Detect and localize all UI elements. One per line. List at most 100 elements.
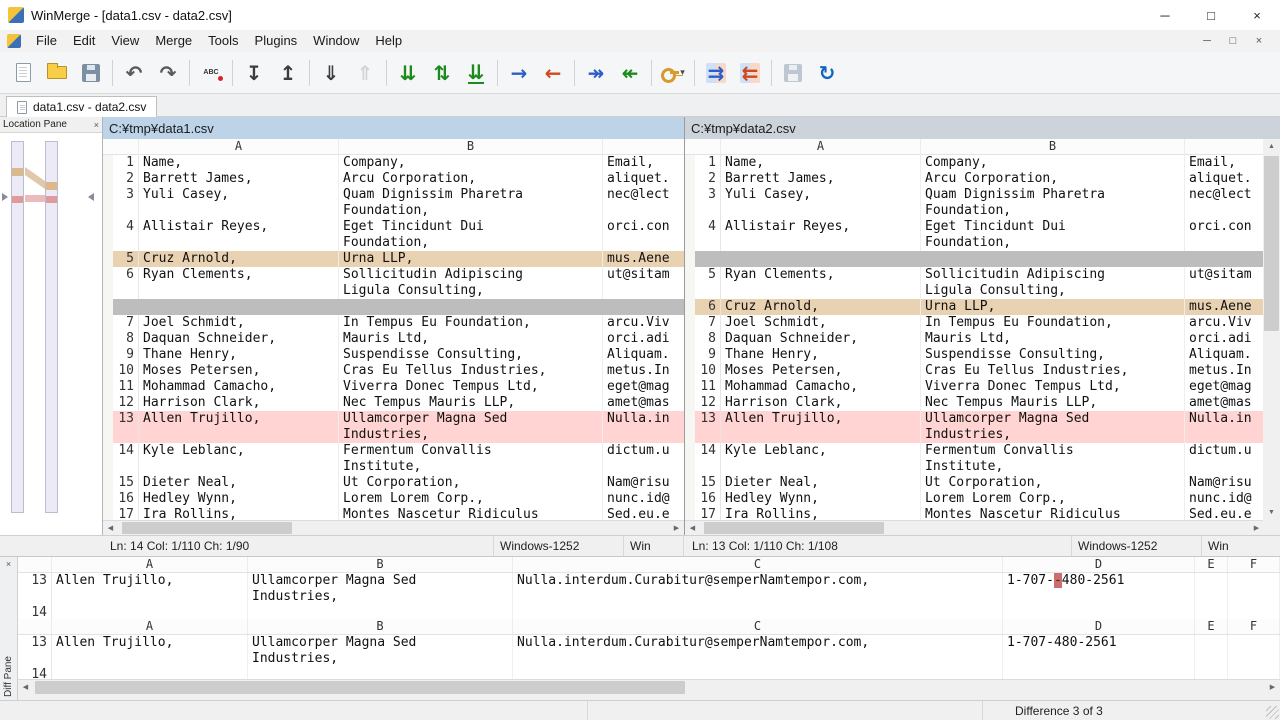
toolbar-new-button[interactable]	[6, 56, 40, 90]
location-pane-close-button[interactable]: ×	[94, 120, 99, 130]
toolbar-options-button[interactable]: ▾	[656, 56, 690, 90]
csv-row-8[interactable]: 8 Daquan Schneider, Mauris Ltd, orci.adi	[103, 331, 684, 347]
scroll-left-button[interactable]: ◀	[685, 521, 700, 535]
csv-row-12[interactable]: 12 Harrison Clark, Nec Tempus Mauris LLP, a…	[685, 395, 1264, 411]
vertical-scrollbar[interactable]: ▲ ▼	[1263, 139, 1280, 520]
diff-row-13[interactable]: 13 Allen Trujillo, Ullamcorper Magna Sed In…	[18, 635, 1280, 667]
toolbar-record-plugin-button[interactable]: ABC	[194, 56, 228, 90]
csv-row-7[interactable]: 7 Joel Schmidt, In Tempus Eu Foundation, ar…	[685, 315, 1264, 331]
csv-row-3[interactable]: 3 Yuli Casey, Quam Dignissim Pharetra Found…	[685, 187, 1264, 219]
scroll-right-button[interactable]: ▶	[1265, 680, 1280, 694]
csv-row-9[interactable]: 9 Thane Henry, Suspendisse Consulting, Aliq…	[103, 347, 684, 363]
csv-row-15[interactable]: 15 Dieter Neal, Ut Corporation, Nam@risu	[685, 475, 1264, 491]
toolbar-copy-right-and-advance-button[interactable]: ↠	[579, 56, 613, 90]
toolbar-open-button[interactable]	[40, 56, 74, 90]
column-header-a[interactable]: A	[139, 139, 339, 155]
column-header-b[interactable]: B	[921, 139, 1185, 155]
scroll-up-button[interactable]: ▲	[1263, 139, 1280, 154]
column-header-a[interactable]: A	[721, 139, 921, 155]
column-header-b[interactable]: B	[339, 139, 603, 155]
child-restore-button[interactable]: □	[1220, 35, 1246, 47]
csv-row-10[interactable]: 10 Moses Petersen, Cras Eu Tellus Industri…	[685, 363, 1264, 379]
menu-tools[interactable]: Tools	[200, 30, 246, 52]
csv-row-1[interactable]: 1 Name, Company, Email,	[685, 155, 1264, 171]
menu-window[interactable]: Window	[305, 30, 367, 52]
menu-file[interactable]: File	[28, 30, 65, 52]
scroll-thumb[interactable]	[35, 681, 685, 694]
toolbar-copy-right-button[interactable]: →	[502, 56, 536, 90]
toolbar-copy-left-button[interactable]: ←	[536, 56, 570, 90]
csv-row-11[interactable]: 11 Mohammad Camacho, Viverra Donec Tempus …	[103, 379, 684, 395]
scroll-right-button[interactable]: ▶	[1249, 521, 1264, 535]
toolbar-copy-all-right-button[interactable]: ⇉	[699, 56, 733, 90]
toolbar-last-difference-button[interactable]: ⇊	[459, 56, 493, 90]
left-file-path-header[interactable]: C:¥tmp¥data1.csv	[103, 117, 684, 139]
csv-row-4[interactable]: 4 Allistair Reyes, Eget Tincidunt Dui Found…	[685, 219, 1264, 251]
scroll-thumb[interactable]	[1264, 156, 1279, 331]
tab-data1-data2[interactable]: data1.csv - data2.csv	[6, 96, 158, 117]
diff-row-14[interactable]: 14	[18, 605, 1280, 619]
menu-view[interactable]: View	[103, 30, 147, 52]
diff-horizontal-scrollbar[interactable]: ◀ ▶	[18, 679, 1280, 695]
right-horizontal-scrollbar[interactable]: ◀ ▶	[685, 520, 1264, 535]
location-bar-right[interactable]	[45, 141, 58, 513]
toolbar-redo-button[interactable]: ↷	[151, 56, 185, 90]
menu-plugins[interactable]: Plugins	[247, 30, 306, 52]
csv-row-13[interactable]: 13 Allen Trujillo, Ullamcorper Magna Sed In…	[103, 411, 684, 443]
scroll-track[interactable]	[1263, 154, 1280, 505]
child-close-button[interactable]: ×	[1246, 35, 1272, 47]
csv-row-5[interactable]: 5 Cruz Arnold, Urna LLP, mus.Aene	[103, 251, 684, 267]
scroll-right-button[interactable]: ▶	[669, 521, 684, 535]
maximize-button[interactable]: □	[1188, 0, 1234, 30]
csv-row-15[interactable]: 15 Dieter Neal, Ut Corporation, Nam@risu	[103, 475, 684, 491]
scroll-thumb[interactable]	[122, 522, 292, 534]
menu-help[interactable]: Help	[367, 30, 410, 52]
toolbar-save-all-button[interactable]	[776, 56, 810, 90]
csv-row-4[interactable]: 4 Allistair Reyes, Eget Tincidunt Dui Found…	[103, 219, 684, 251]
csv-row-13[interactable]: 13 Allen Trujillo, Ullamcorper Magna Sed In…	[685, 411, 1264, 443]
scroll-left-button[interactable]: ◀	[18, 680, 33, 694]
csv-row-14[interactable]: 14 Kyle Leblanc, Fermentum Convallis Instit…	[103, 443, 684, 475]
toolbar-save-button[interactable]	[74, 56, 108, 90]
left-horizontal-scrollbar[interactable]: ◀ ▶	[103, 520, 684, 535]
csv-row-17[interactable]: 17 Ira Rollins, Montes Nascetur Ridiculus S…	[103, 507, 684, 520]
close-button[interactable]: ×	[1234, 0, 1280, 30]
csv-row-17[interactable]: 17 Ira Rollins, Montes Nascetur Ridiculus S…	[685, 507, 1264, 520]
csv-row-3[interactable]: 3 Yuli Casey, Quam Dignissim Pharetra Found…	[103, 187, 684, 219]
resize-grip[interactable]	[1266, 706, 1279, 719]
toolbar-current-difference-button[interactable]: ⇅	[425, 56, 459, 90]
location-map[interactable]	[0, 133, 102, 535]
diff-pane-close-button[interactable]: ×	[6, 559, 11, 569]
csv-row-5[interactable]: 5 Ryan Clements, Sollicitudin Adipiscing Li…	[685, 267, 1264, 299]
scroll-left-button[interactable]: ◀	[103, 521, 118, 535]
scroll-track[interactable]	[700, 521, 1249, 535]
diff-row-14[interactable]: 14	[18, 667, 1280, 679]
csv-row-6[interactable]: 6 Cruz Arnold, Urna LLP, mus.Aene	[685, 299, 1264, 315]
toolbar-undo-button[interactable]: ↶	[117, 56, 151, 90]
menu-edit[interactable]: Edit	[65, 30, 103, 52]
csv-row-6[interactable]: 6 Ryan Clements, Sollicitudin Adipiscing Li…	[103, 267, 684, 299]
toolbar-copy-left-and-advance-button[interactable]: ↞	[613, 56, 647, 90]
child-minimize-button[interactable]: ─	[1194, 35, 1220, 47]
csv-row-12[interactable]: 12 Harrison Clark, Nec Tempus Mauris LLP, a…	[103, 395, 684, 411]
toolbar-next-line-diff-button[interactable]: ↧	[237, 56, 271, 90]
scroll-thumb[interactable]	[704, 522, 884, 534]
right-file-path-header[interactable]: C:¥tmp¥data2.csv	[685, 117, 1280, 139]
csv-row-16[interactable]: 16 Hedley Wynn, Lorem Lorem Corp., nunc.id@	[103, 491, 684, 507]
minimize-button[interactable]: ─	[1142, 0, 1188, 30]
csv-row-14[interactable]: 14 Kyle Leblanc, Fermentum Convallis Instit…	[685, 443, 1264, 475]
toolbar-copy-all-left-button[interactable]: ⇇	[733, 56, 767, 90]
toolbar-next-difference-button[interactable]: ⇊	[391, 56, 425, 90]
toolbar-next-file-diff-button[interactable]: ⇓	[314, 56, 348, 90]
csv-row-8[interactable]: 8 Daquan Schneider, Mauris Ltd, orci.adi	[685, 331, 1264, 347]
scroll-track[interactable]	[118, 521, 669, 535]
scroll-down-button[interactable]: ▼	[1263, 505, 1280, 520]
csv-row-2[interactable]: 2 Barrett James, Arcu Corporation, aliquet.	[103, 171, 684, 187]
toolbar-prev-line-diff-button[interactable]: ↥	[271, 56, 305, 90]
toolbar-prev-file-diff-button[interactable]: ⇑	[348, 56, 382, 90]
csv-row-9[interactable]: 9 Thane Henry, Suspendisse Consulting, Aliq…	[685, 347, 1264, 363]
location-bar-left[interactable]	[11, 141, 24, 513]
csv-row-11[interactable]: 11 Mohammad Camacho, Viverra Donec Tempus …	[685, 379, 1264, 395]
csv-row-16[interactable]: 16 Hedley Wynn, Lorem Lorem Corp., nunc.id@	[685, 491, 1264, 507]
toolbar-refresh-button[interactable]: ↻	[810, 56, 844, 90]
